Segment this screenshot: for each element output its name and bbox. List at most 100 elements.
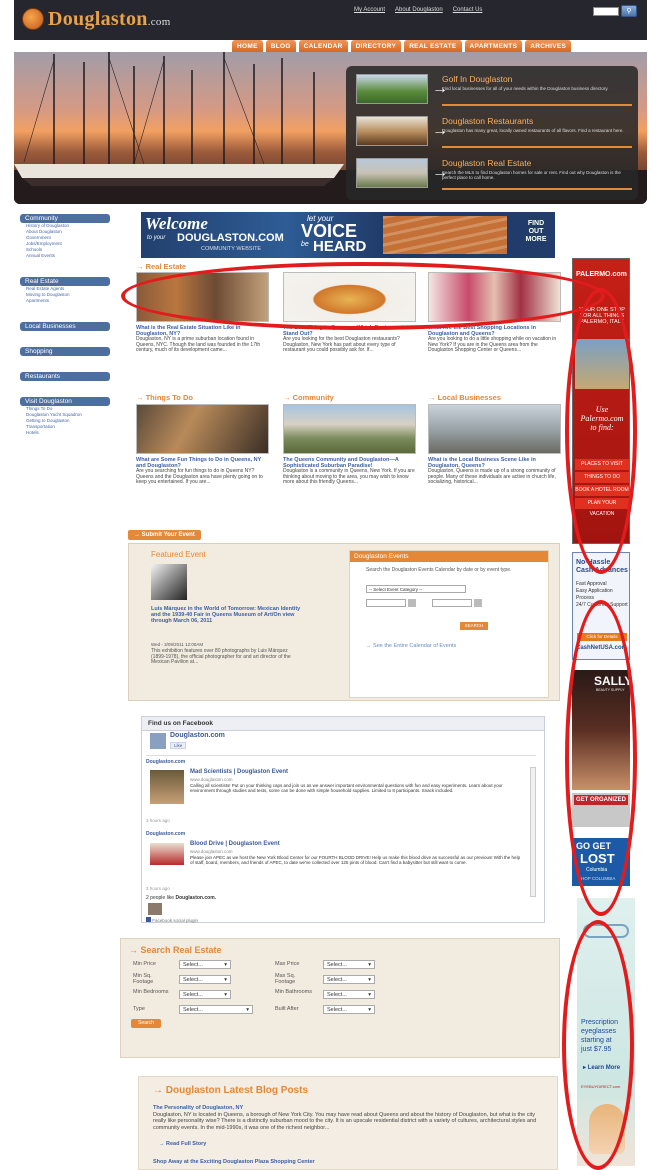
events-desc: Search the Douglaston Events Calendar by…	[366, 567, 512, 573]
hero-item-title: Douglaston Restaurants	[442, 116, 534, 126]
blog-post-desc: Douglaston, NY is located in Queens, a b…	[153, 1112, 537, 1131]
facebook-widget: Find us on Facebook Douglaston.com Like …	[141, 716, 545, 923]
hero-item-title: Douglaston Real Estate	[442, 158, 532, 168]
blog-head: → Douglaston Latest Blog Posts	[153, 1085, 309, 1096]
sidebar-head-shopping[interactable]: Shopping	[20, 347, 110, 356]
storefronts-image	[428, 404, 561, 454]
sidebar-head-real-estate[interactable]: Real Estate	[20, 277, 110, 286]
calendar-icon[interactable]	[408, 599, 416, 607]
featured-event-head: Featured Event	[151, 550, 206, 559]
events-search-panel: Douglaston Events Search the Douglaston …	[349, 550, 549, 698]
max-sq-footage-select[interactable]: Select...	[323, 975, 375, 984]
min-sq-footage-label: Min Sq. Footage	[133, 973, 154, 985]
left-sidebar: Community History of Douglaston About Do…	[20, 214, 110, 436]
contact-us-link[interactable]: Contact Us	[453, 7, 483, 13]
sidebar-head-community[interactable]: Community	[20, 214, 110, 223]
about-douglaston-link[interactable]: About Douglaston	[395, 7, 443, 13]
people-like-text: 2 people like Douglaston.com.	[146, 895, 217, 901]
facebook-page-name[interactable]: Douglaston.com	[170, 732, 225, 739]
fan-avatar[interactable]	[148, 903, 162, 915]
story-things-to-do[interactable]: What are Some Fun Things to Do in Queens…	[136, 404, 269, 486]
hero-item-golf[interactable]: → Golf In Douglaston Find local business…	[356, 74, 632, 108]
built-after-select[interactable]: Select...	[323, 1005, 375, 1014]
min-bathrooms-label: Min Bathrooms	[275, 989, 312, 995]
search-real-estate-box: → Search Real Estate Min Price Select...…	[120, 938, 560, 1058]
min-price-select[interactable]: Select...	[179, 960, 231, 969]
post-title[interactable]: Mad Scientists | Douglaston Event	[190, 769, 288, 775]
featured-event-image	[151, 564, 187, 600]
section-head-community[interactable]: → Community	[283, 393, 334, 402]
banner-find-out-more[interactable]: FIND OUT MORE	[521, 220, 551, 244]
post-image	[150, 770, 184, 804]
type-select[interactable]: Select...	[179, 1005, 253, 1014]
search-button[interactable]: ⚲	[621, 5, 637, 17]
house-thumbnail	[356, 158, 428, 188]
built-after-label: Built After	[275, 1006, 299, 1012]
hero-item-desc: Find local businesses for all of your ne…	[442, 86, 609, 91]
post-source[interactable]: Douglaston.com	[146, 831, 185, 837]
logo-text: Douglaston	[48, 7, 148, 30]
annotation-oval	[565, 288, 637, 574]
facebook-plugin: Facebook social plugin	[146, 917, 198, 923]
story-desc: Douglaston, NY is a prime suburban locat…	[136, 336, 261, 354]
event-end-date-input[interactable]	[432, 599, 472, 607]
sidebar-head-restaurants[interactable]: Restaurants	[20, 372, 110, 381]
hero-panel: → Golf In Douglaston Find local business…	[346, 66, 638, 200]
hero-item-restaurants[interactable]: → Douglaston Restaurants Douglaston has …	[356, 116, 632, 150]
voice-banner[interactable]: Welcome to your DOUGLASTON.COM COMMUNITY…	[141, 212, 555, 258]
restaurant-thumbnail	[356, 116, 428, 146]
story-desc: Are you looking to do a little shopping …	[428, 336, 557, 354]
events-head: Douglaston Events	[350, 551, 548, 562]
max-price-select[interactable]: Select...	[323, 960, 375, 969]
blog-next-title[interactable]: Shop Away at the Exciting Douglaston Pla…	[153, 1159, 315, 1165]
featured-event-title[interactable]: Luis Márquez in the World of Tomorrow: M…	[151, 606, 301, 625]
site-logo[interactable]: Douglaston.com	[22, 8, 171, 30]
sidebar-head-local-businesses[interactable]: Local Businesses	[20, 322, 110, 331]
banner-site: DOUGLASTON.COM	[177, 232, 284, 244]
min-sq-footage-select[interactable]: Select...	[179, 975, 231, 984]
street-image	[283, 404, 416, 454]
featured-event-when: Wed - 3/09/2011 12:00AM	[151, 642, 204, 647]
sidebar-head-visit[interactable]: Visit Douglaston	[20, 397, 110, 406]
real-estate-search-button[interactable]: Search	[131, 1019, 161, 1028]
post-source[interactable]: Douglaston.com	[146, 759, 185, 765]
sidebar-item[interactable]: Hotels	[20, 430, 110, 436]
hero-item-real-estate[interactable]: → Douglaston Real Estate Search the MLS …	[356, 158, 632, 192]
section-head-things-to-do[interactable]: → Things To Do	[136, 393, 193, 402]
max-sq-footage-label: Max Sq. Footage	[275, 973, 296, 985]
read-full-story-link[interactable]: → Read Full Story	[159, 1141, 206, 1147]
top-links: My Account About Douglaston Contact Us	[354, 7, 482, 13]
see-all-events-link[interactable]: → See the Entire Calendar of Events	[366, 643, 456, 649]
min-bathrooms-select[interactable]: Select...	[323, 990, 375, 999]
story-desc: Are you looking for the best Douglaston …	[283, 336, 400, 354]
palermo-brand: PALERMO.com	[576, 271, 627, 278]
sidebar-item[interactable]: Annual Events	[20, 253, 110, 259]
banner-to-your: to your	[147, 235, 166, 241]
event-start-date-input[interactable]	[366, 599, 406, 607]
feed-scrollbar[interactable]	[530, 767, 536, 897]
banner-community: COMMUNITY WEBSITE	[201, 246, 262, 252]
featured-event-desc: This exhibition features over 80 photogr…	[151, 648, 291, 666]
blog-post-title[interactable]: The Personality of Douglaston, NY	[153, 1105, 243, 1111]
story-local-businesses[interactable]: What is the Local Business Scene Like in…	[428, 404, 561, 486]
events-search-button[interactable]: SEARCH	[460, 622, 488, 630]
banner-be: be	[301, 241, 309, 248]
search-input[interactable]	[593, 7, 619, 16]
sidebar-item[interactable]: Apartments	[20, 298, 110, 304]
banner-speech-bubbles	[383, 216, 507, 254]
story-community[interactable]: The Queens Community and Douglaston—A So…	[283, 404, 416, 486]
calendar-icon[interactable]	[474, 599, 482, 607]
min-bedrooms-select[interactable]: Select...	[179, 990, 231, 999]
events-box: Featured Event Luis Márquez in the World…	[128, 543, 560, 701]
bar-image	[136, 404, 269, 454]
my-account-link[interactable]: My Account	[354, 7, 385, 13]
submit-event-button[interactable]: → Submit Your Event	[128, 530, 201, 540]
banner-welcome: Welcome	[145, 214, 208, 233]
section-head-real-estate[interactable]: → Real Estate	[136, 262, 186, 271]
section-head-local-businesses[interactable]: → Local Businesses	[428, 393, 501, 402]
post-title[interactable]: Blood Drive | Douglaston Event	[190, 841, 280, 847]
annotation-oval	[121, 262, 605, 330]
post-time: 3 hours ago	[146, 818, 170, 823]
like-button[interactable]: Like	[170, 742, 187, 749]
event-category-select[interactable]: -- Select Event Category --	[366, 585, 466, 593]
